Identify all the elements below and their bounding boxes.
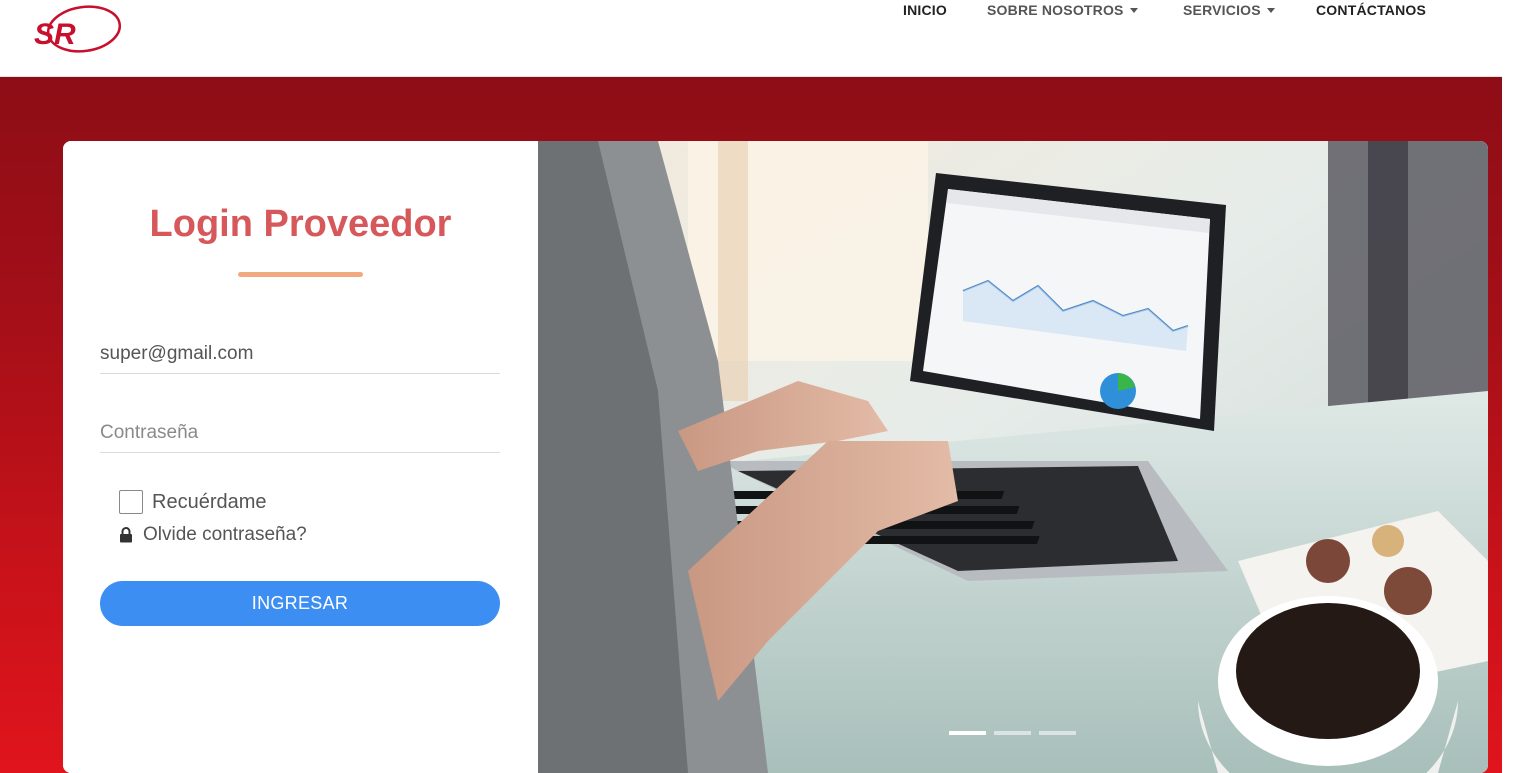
- nav-item-contactanos[interactable]: CONTÁCTANOS: [1316, 2, 1426, 18]
- login-card: Login Proveedor Recuérdame Olvide contra…: [63, 141, 1488, 773]
- nav-item-servicios[interactable]: SERVICIOS: [1183, 2, 1275, 18]
- caret-down-icon: [1129, 7, 1138, 13]
- email-field[interactable]: [100, 334, 500, 374]
- sr-logo[interactable]: SR: [28, 2, 124, 56]
- password-field[interactable]: [100, 413, 500, 453]
- forgot-password-link[interactable]: Olvide contraseña?: [119, 524, 307, 546]
- site-header: SR INICIO SOBRE NOSOTROS SERVICIOS CONTÁ…: [0, 0, 1502, 77]
- carousel-image: [538, 141, 1488, 773]
- remember-checkbox[interactable]: [119, 490, 143, 514]
- login-button[interactable]: INGRESAR: [100, 581, 500, 626]
- login-title: Login Proveedor: [149, 203, 452, 245]
- carousel-indicator-1[interactable]: [949, 731, 986, 735]
- login-panel: Login Proveedor Recuérdame Olvide contra…: [63, 141, 538, 773]
- remember-label: Recuérdame: [152, 490, 267, 513]
- lock-icon: [120, 527, 132, 543]
- nav-item-sobre-nosotros[interactable]: SOBRE NOSOTROS: [987, 2, 1138, 18]
- carousel-indicator-3[interactable]: [1039, 731, 1076, 735]
- forgot-password-label: Olvide contraseña?: [143, 524, 307, 545]
- svg-text:SR: SR: [34, 18, 76, 51]
- laptop-analytics-photo-icon: [538, 141, 1488, 773]
- nav-item-inicio[interactable]: INICIO: [903, 2, 947, 18]
- title-underline: [238, 272, 363, 277]
- caret-down-icon: [1266, 7, 1275, 13]
- remember-me: Recuérdame: [119, 489, 267, 515]
- carousel-indicator-2[interactable]: [994, 731, 1031, 735]
